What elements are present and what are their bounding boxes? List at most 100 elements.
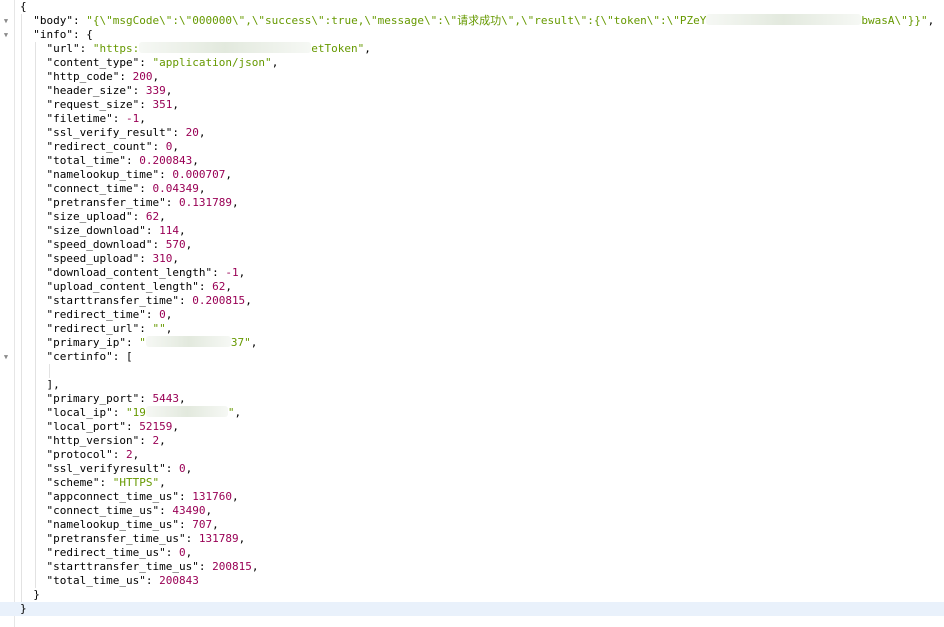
indent-guide: [35, 140, 36, 154]
indent-guide: [21, 182, 22, 196]
pretransfer-time-us-value: 131789: [198, 532, 239, 545]
json-viewer: { "body": "{\"msgCode\":\"000000\",\"suc…: [0, 0, 944, 616]
indent-guide: [21, 350, 22, 364]
indent-guide: [21, 266, 22, 280]
upload-content-length-value: 62: [212, 280, 226, 293]
colon: :: [198, 280, 213, 293]
size-download-value: 114: [159, 224, 179, 237]
json-line-root-close: }: [0, 602, 944, 616]
indent-guide: [21, 532, 22, 546]
fold-toggle-certinfo-icon[interactable]: ▼: [2, 353, 10, 361]
comma: ,: [238, 266, 246, 279]
indent-guide: [21, 252, 22, 266]
colon: :: [73, 28, 87, 41]
json-line-certinfo-empty: [20, 364, 944, 378]
json-line-total-time-us: "total_time_us": 200843: [20, 574, 944, 588]
colon: :: [139, 182, 153, 195]
json-line-body: "body": "{\"msgCode\":\"000000\",\"succe…: [20, 14, 944, 28]
colon: :: [112, 406, 126, 419]
pretransfer-time-value: 0.131789: [178, 196, 232, 209]
indent-guide: [35, 462, 36, 476]
indent-guide: [21, 560, 22, 574]
download-content-length-value: -1: [225, 266, 239, 279]
indent-guide: [21, 84, 22, 98]
json-line-appconnect-time-us: "appconnect_time_us": 131760,: [20, 490, 944, 504]
json-line-header-size: "header_size": 339,: [20, 84, 944, 98]
body-value-end: \"}}": [894, 14, 928, 27]
indent-guide: [21, 238, 22, 252]
comma: ,: [192, 154, 199, 167]
indent-guide: [35, 126, 36, 140]
colon: :: [139, 98, 153, 111]
colon: :: [152, 238, 166, 251]
indent-guide: [35, 266, 36, 280]
comma: ,: [152, 70, 160, 83]
indent-guide: [21, 154, 22, 168]
indent-guide: [35, 210, 36, 224]
comma: ,: [364, 42, 371, 55]
indent-guide: [35, 168, 36, 182]
comma: ,: [212, 518, 219, 531]
json-line-speed-upload: "speed_upload": 310,: [20, 252, 944, 266]
indent-guide: [35, 448, 36, 462]
http-code-key: "http_code": [46, 70, 120, 83]
colon: :: [112, 112, 126, 125]
json-line-starttransfer-time: "starttransfer_time": 0.200815,: [20, 294, 944, 308]
ssl-verify-result-value: 20: [185, 126, 199, 139]
json-line-redirect-count: "redirect_count": 0,: [20, 140, 944, 154]
total-time-key: "total_time": [46, 154, 126, 167]
colon: :: [112, 350, 126, 363]
indent-guide: [35, 490, 36, 504]
colon: :: [172, 126, 186, 139]
http-version-key: "http_version": [46, 434, 140, 447]
indent-guide: [21, 588, 22, 602]
appconnect-time-us-key: "appconnect_time_us": [46, 490, 179, 503]
json-line-namelookup-time-us: "namelookup_time_us": 707,: [20, 518, 944, 532]
comma: ,: [165, 84, 173, 97]
redacted-primary-ip: [145, 336, 231, 347]
indent-guide: [21, 462, 22, 476]
colon: :: [132, 84, 146, 97]
colon: :: [159, 168, 173, 181]
comma: ,: [225, 168, 232, 181]
local-port-value: 52159: [139, 420, 173, 433]
json-line-namelookup-time: "namelookup_time": 0.000707,: [20, 168, 944, 182]
indent-guide: [21, 378, 22, 392]
indent-guide: [21, 322, 22, 336]
colon: :: [132, 210, 146, 223]
speed-download-key: "speed_download": [46, 238, 153, 251]
colon: :: [178, 490, 193, 503]
size-upload-key: "size_upload": [46, 210, 133, 223]
indent-guide: [21, 392, 22, 406]
colon: :: [125, 420, 140, 433]
colon: :: [99, 476, 113, 489]
json-line-protocol: "protocol": 2,: [20, 448, 944, 462]
indent-guide: [21, 28, 22, 42]
connect-time-us-value: 43490: [172, 504, 206, 517]
connect-time-us-key: "connect_time_us": [46, 504, 160, 517]
indent-guide: [35, 350, 36, 364]
filetime-key: "filetime": [46, 112, 113, 125]
info-close-brace: }: [33, 588, 40, 601]
certinfo-close-bracket: ],: [46, 378, 60, 391]
indent-guide: [21, 546, 22, 560]
indent-guide: [35, 154, 36, 168]
url-value-tail: etToken": [311, 42, 365, 55]
indent-guide: [35, 518, 36, 532]
primary-port-value: 5443: [152, 392, 179, 405]
indent-guide: [21, 224, 22, 238]
url-key: "url": [46, 42, 80, 55]
colon: :: [145, 308, 160, 321]
pretransfer-time-us-key: "pretransfer_time_us": [46, 532, 186, 545]
request-size-key: "request_size": [46, 98, 140, 111]
indent-guide: [35, 238, 36, 252]
json-line-url: "url": "https: etToken",: [20, 42, 944, 56]
json-line-speed-download: "speed_download": 570,: [20, 238, 944, 252]
fold-toggle-root-icon[interactable]: ▼: [2, 17, 10, 25]
fold-toggle-info-icon[interactable]: ▼: [2, 31, 10, 39]
local-port-key: "local_port": [46, 420, 126, 433]
primary-port-key: "primary_port": [46, 392, 140, 405]
colon: :: [178, 294, 193, 307]
local-ip-value: "19: [125, 406, 146, 419]
indent-guide: [35, 434, 36, 448]
